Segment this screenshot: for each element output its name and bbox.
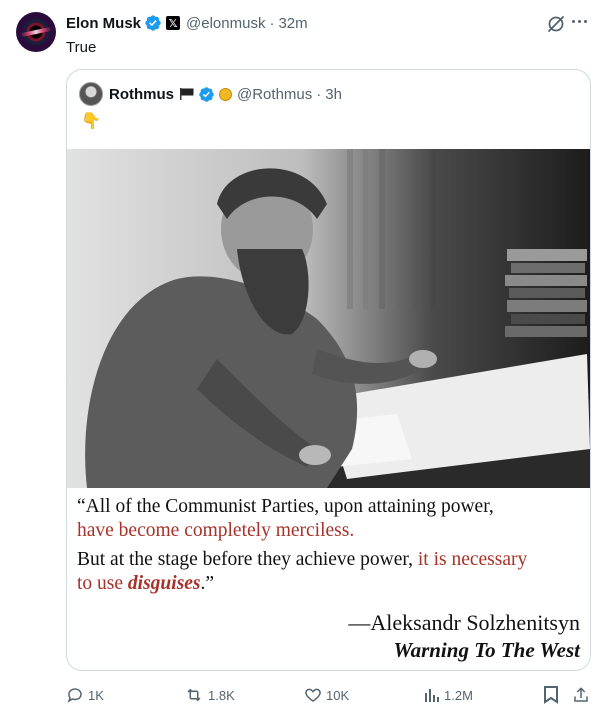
post-time[interactable]: 32m (278, 15, 307, 32)
quoted-author-name[interactable]: Rothmus (109, 86, 174, 103)
like-button[interactable]: 10K (304, 680, 349, 710)
author-name[interactable]: Elon Musk (66, 15, 141, 32)
post-header: Elon Musk 𝕏 @elonmusk · 32m (66, 13, 308, 33)
share-button[interactable] (572, 680, 590, 710)
quoted-post[interactable]: Rothmus @Rothmus · 3h 👇 “All of the Comm… (66, 69, 591, 671)
verified-badge-icon[interactable] (198, 86, 215, 103)
quote-author: —Aleksandr Solzhenitsyn (348, 610, 580, 635)
quote-work: Warning To The West (393, 638, 580, 662)
x-affiliation-icon: 𝕏 (166, 16, 181, 30)
black-flag-icon (179, 87, 195, 101)
coin-icon (219, 87, 232, 101)
reply-count: 1K (88, 687, 104, 703)
more-icon[interactable] (572, 20, 587, 23)
reply-icon (67, 688, 82, 703)
like-count: 10K (326, 687, 350, 703)
caption-line-highlight: have become completely merciless. (77, 520, 355, 541)
repost-button[interactable]: 1.8K (184, 680, 235, 710)
views-icon (425, 689, 439, 702)
caption-line: to use disguises.” (77, 573, 215, 594)
share-icon (574, 687, 588, 702)
action-bar: 1K 1.8K 10K 1.2M (0, 680, 609, 710)
separator-dot: · (269, 14, 275, 32)
author-avatar[interactable] (16, 12, 56, 52)
quote-image-caption: “All of the Communist Parties, upon atta… (67, 488, 590, 670)
heart-icon (305, 688, 321, 702)
reply-button[interactable]: 1K (66, 680, 104, 710)
author-handle[interactable]: @elonmusk (186, 15, 265, 32)
repost-count: 1.8K (208, 687, 235, 703)
bookmark-button[interactable] (543, 680, 559, 710)
quoted-post-time: 3h (325, 85, 342, 103)
solzhenitsyn-photo[interactable] (67, 149, 590, 488)
bookmark-icon (544, 686, 558, 704)
grok-icon[interactable] (546, 14, 566, 39)
caption-line: “All of the Communist Parties, upon atta… (77, 496, 494, 517)
caption-line: But at the stage before they achieve pow… (77, 549, 528, 570)
verified-badge-icon[interactable] (144, 14, 162, 32)
separator-dot: · (316, 85, 322, 103)
quoted-author-handle: @Rothmus (237, 85, 313, 103)
quoted-author-avatar[interactable] (79, 82, 103, 106)
post-text: True (66, 39, 97, 56)
repost-icon (187, 688, 201, 702)
views-button[interactable]: 1.2M (424, 680, 473, 710)
quoted-post-text: 👇 (81, 113, 101, 130)
quoted-post-header: Rothmus @Rothmus · 3h (79, 82, 342, 106)
views-count: 1.2M (444, 687, 473, 703)
